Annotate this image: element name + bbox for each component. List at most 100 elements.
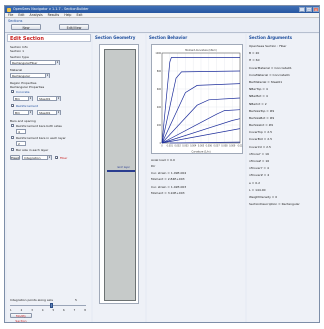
x-tick-label: 0.001 xyxy=(167,145,174,148)
slider-tick: 3 xyxy=(31,309,33,312)
argument-item: L = 144.00 xyxy=(249,187,266,192)
app-window: OpenSees Navigator v 1.1.7 - SectionBuil… xyxy=(4,5,320,323)
argument-item: NBarTop = 4 xyxy=(249,87,268,92)
x-tick-label: 0.003 xyxy=(182,145,189,148)
steel-select[interactable]: Bm ▾ xyxy=(13,110,33,115)
moment-curvature-chart: 0 0.001 0.002 0.003 0.004 0.005 0.006 0.007 0.00… xyxy=(151,44,243,154)
chevron-down-icon[interactable]: ▾ xyxy=(28,97,32,101)
menu-edit[interactable]: Edit xyxy=(18,13,24,17)
section-geometry-panel: Section Geometry reinf. layer xyxy=(93,34,145,322)
chevron-down-icon[interactable]: ▾ xyxy=(47,156,51,160)
integration-slider-track[interactable] xyxy=(10,305,86,306)
integration-slider-knob[interactable] xyxy=(50,303,53,308)
section-geometry-title: Section Geometry xyxy=(95,35,136,40)
argument-item: CoverBot = 2.5 xyxy=(249,137,273,142)
toolbar-divider xyxy=(5,32,319,33)
slider-tick: 4 xyxy=(41,309,44,312)
y-tick-label: 800 xyxy=(157,70,162,73)
chevron-down-icon[interactable]: ▾ xyxy=(55,61,59,65)
argument-item: nfCoreZ = 16 xyxy=(249,159,270,163)
steel-value: Bm xyxy=(15,111,20,115)
fixed-button[interactable]: Fixed xyxy=(10,155,20,160)
menu-help[interactable]: Help xyxy=(64,13,71,17)
opt1-input[interactable]: 4 xyxy=(16,129,26,134)
new-section-button[interactable]: New xyxy=(11,24,41,30)
chart-svg: 0 0.001 0.002 0.003 0.004 0.005 0.006 0.007 0.00… xyxy=(155,49,243,154)
steel-material-value: Steel01 xyxy=(39,111,51,115)
opt2-label: Reinforcement bars in each layer xyxy=(16,136,66,140)
x-tick-label: 0 xyxy=(161,145,163,148)
x-tick-label: 0.002 xyxy=(174,145,181,148)
concrete-material-select[interactable]: Steel01 ▾ xyxy=(37,96,61,101)
argument-item: SectionDescription = Rectangular xyxy=(249,202,300,207)
section-type-value: RectangularFiber xyxy=(12,61,38,65)
fiber-checkbox[interactable] xyxy=(55,156,59,160)
title-bar: OpenSees Navigator v 1.1.7 - SectionBuil… xyxy=(5,6,319,13)
chevron-down-icon[interactable]: ▾ xyxy=(56,111,60,115)
toolbar-label: Sections xyxy=(8,19,23,23)
info-line: Cur. strain = 1.09E-004 xyxy=(151,171,187,175)
section-arguments-panel: Section Arguments OpenSees Section : Fib… xyxy=(247,34,319,322)
concrete-value: Bm xyxy=(15,97,20,101)
geometry-canvas: reinf. layer xyxy=(99,44,139,304)
modify-section-button[interactable]: Modify Section xyxy=(10,313,32,322)
slider-tick: 2 xyxy=(20,309,23,312)
slider-tick: 7 xyxy=(73,309,76,312)
x-tick-label: 0.005 xyxy=(198,145,205,148)
slider-ticks: 1 2 3 4 5 6 7 8 xyxy=(10,309,86,312)
info-line: Dir xyxy=(151,164,156,168)
x-tick-label: 0.008 xyxy=(221,145,228,148)
app-icon xyxy=(7,7,11,12)
menu-results[interactable]: Results xyxy=(48,13,60,17)
slider-tick: 1 xyxy=(10,309,12,312)
chevron-down-icon[interactable]: ▾ xyxy=(28,111,32,115)
argument-item: nfCoverY = 4 xyxy=(249,166,269,171)
section-arguments-title: Section Arguments xyxy=(249,35,293,40)
opt3-label: Bar size in each layer xyxy=(16,148,49,152)
opt1-label: Reinforcement bars both sides xyxy=(16,124,62,128)
opt3-checkbox[interactable] xyxy=(11,148,14,151)
y-tick-label: 400 xyxy=(157,106,162,109)
opt2-checkbox[interactable] xyxy=(11,136,14,139)
info-line: Moment = 2.84E+003 xyxy=(151,177,185,181)
arguments-list: OpenSees Section : Fiber B = 20 H = 60 Cove… xyxy=(249,43,317,208)
menu-exit[interactable]: Exit xyxy=(76,13,82,17)
material-select[interactable]: Rectangular ▾ xyxy=(10,73,50,78)
argument-item: CoverTop = 2.5 xyxy=(249,130,273,135)
argument-item: BarSizeInt = #9 xyxy=(249,123,274,128)
minimize-button[interactable]: _ xyxy=(299,7,305,12)
steel-label: Reinforcement xyxy=(16,104,38,108)
info-line: Axial load = 0.0 xyxy=(151,158,175,162)
argument-item: CoverMaterial = Concrete01 xyxy=(249,65,292,70)
integration-select[interactable]: Integration ▾ xyxy=(22,155,52,160)
section-type-select[interactable]: RectangularFiber ▾ xyxy=(10,60,60,65)
slider-tick: 5 xyxy=(52,309,55,312)
slider-tick: 8 xyxy=(84,309,86,312)
concrete-material-value: Steel01 xyxy=(39,97,51,101)
menu-file[interactable]: File xyxy=(8,13,13,17)
maximize-button[interactable]: □ xyxy=(306,7,312,12)
edit-view-button[interactable]: Edit/View xyxy=(59,24,89,30)
concrete-select[interactable]: Bm ▾ xyxy=(13,96,33,101)
chevron-down-icon[interactable]: ▾ xyxy=(45,74,49,78)
argument-item: H = 60 xyxy=(249,58,260,63)
close-button[interactable]: × xyxy=(313,7,319,12)
argument-item: BarSizeBot = #9 xyxy=(249,115,275,120)
steel-material-select[interactable]: Steel01 ▾ xyxy=(37,110,61,115)
argument-item: CoreMaterial = Concrete01 xyxy=(249,72,290,77)
concrete-label: Concrete xyxy=(16,90,30,94)
steel-checkbox[interactable] xyxy=(11,104,15,108)
reinforcement-layer xyxy=(107,170,135,172)
region-sub-label: Rectangular Properties xyxy=(10,85,45,89)
argument-item: OpenSees Section : Fiber xyxy=(249,44,287,48)
menu-analysis[interactable]: Analysis xyxy=(30,13,43,17)
chevron-down-icon[interactable]: ▾ xyxy=(56,97,60,101)
concrete-checkbox[interactable] xyxy=(11,90,15,94)
slider-label: Integration points along axis xyxy=(10,298,53,302)
info-line: Cur. strain = 1.02E-003 xyxy=(151,185,187,189)
opt2-input[interactable]: 2 xyxy=(16,141,26,146)
argument-item: BarSizeTop = #9 xyxy=(249,108,275,113)
integration-value: Integration xyxy=(24,156,41,160)
opt1-checkbox[interactable] xyxy=(11,124,14,127)
x-tick-label: 0.01 xyxy=(238,145,243,148)
